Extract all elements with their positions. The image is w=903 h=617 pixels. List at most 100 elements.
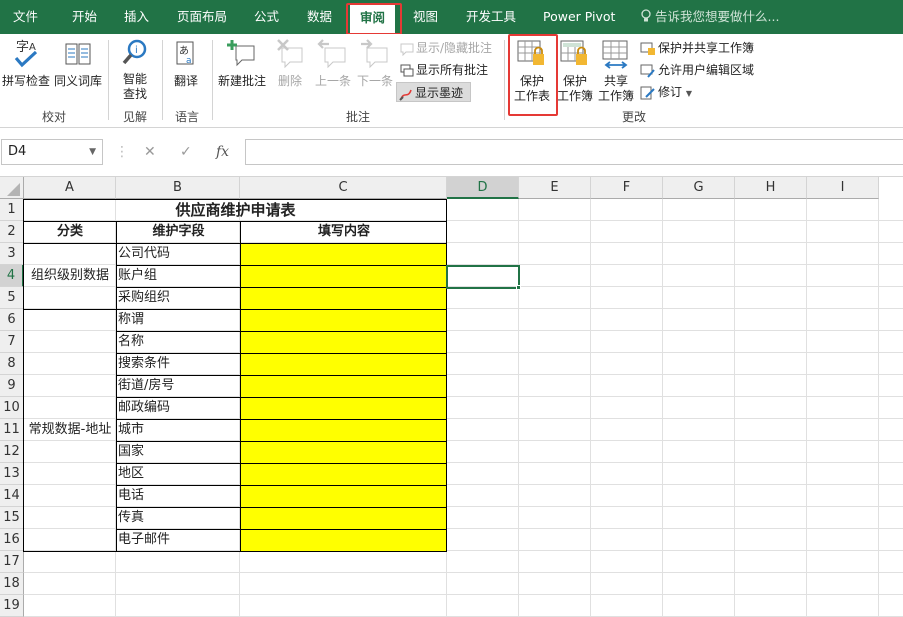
field-cell[interactable]: 采购组织 bbox=[118, 287, 240, 309]
column-header-i[interactable]: I bbox=[807, 177, 879, 199]
enter-icon[interactable]: ✓ bbox=[180, 138, 192, 166]
field-cell[interactable]: 名称 bbox=[118, 331, 240, 353]
row-header-9[interactable]: 9 bbox=[0, 375, 24, 397]
show-hide-comment-button[interactable]: 显示/隐藏批注 bbox=[398, 38, 492, 58]
insert-function-icon[interactable]: fx bbox=[216, 138, 229, 166]
protect-share-workbook-button[interactable]: 保护并共享工作簿 bbox=[638, 38, 754, 58]
row-header-1[interactable]: 1 bbox=[0, 199, 24, 221]
field-border bbox=[240, 353, 447, 376]
header-content[interactable]: 填写内容 bbox=[241, 221, 447, 243]
category-cell[interactable]: 常规数据-地址 bbox=[24, 309, 116, 551]
allow-edit-ranges-label: 允许用户编辑区域 bbox=[658, 63, 755, 77]
column-header-d[interactable]: D bbox=[447, 177, 519, 199]
next-comment-button[interactable]: 下一条 bbox=[354, 38, 396, 89]
delete-comment-label: 删除 bbox=[277, 74, 302, 88]
track-changes-button[interactable]: 修订 ▼ bbox=[638, 82, 692, 102]
spell-check-button[interactable]: 字A 拼写检查 bbox=[2, 38, 50, 89]
column-header-a[interactable]: A bbox=[24, 177, 116, 199]
svg-text:字: 字 bbox=[16, 40, 29, 55]
worksheet-grid[interactable]: ABCDEFGHI 1 2 3 4 5 6 7 8 9 10 11 12 13 14 15 16 17 18 19 … bbox=[0, 176, 903, 617]
fill-handle[interactable] bbox=[516, 285, 521, 290]
svg-text:i: i bbox=[135, 45, 138, 56]
previous-comment-button[interactable]: 上一条 bbox=[312, 38, 354, 89]
field-cell[interactable]: 称谓 bbox=[118, 309, 240, 331]
arrow-left-icon bbox=[317, 39, 346, 69]
tab-file[interactable]: 文件 bbox=[13, 0, 38, 34]
tell-me-box[interactable]: 告诉我您想要做什么... bbox=[640, 0, 779, 34]
column-header-c[interactable]: C bbox=[240, 177, 447, 199]
thesaurus-label: 同义词库 bbox=[53, 74, 102, 88]
name-box-value: D4 bbox=[8, 144, 27, 159]
tab-page-layout[interactable]: 页面布局 bbox=[177, 0, 227, 34]
field-cell[interactable]: 传真 bbox=[118, 507, 240, 529]
tab-view[interactable]: 视图 bbox=[413, 0, 438, 34]
tab-developer[interactable]: 开发工具 bbox=[466, 0, 516, 34]
show-all-comments-button[interactable]: 显示所有批注 bbox=[398, 60, 488, 80]
row-header-14[interactable]: 14 bbox=[0, 485, 24, 507]
field-cell[interactable]: 电子邮件 bbox=[118, 529, 240, 551]
row-header-19[interactable]: 19 bbox=[0, 595, 24, 617]
protect-workbook-label-2: 工作簿 bbox=[556, 89, 593, 103]
smart-lookup-button[interactable]: i 智能 查找 bbox=[112, 38, 158, 102]
arrow-right-icon bbox=[361, 39, 388, 69]
field-cell[interactable]: 国家 bbox=[118, 441, 240, 463]
field-cell[interactable]: 电话 bbox=[118, 485, 240, 507]
formula-input[interactable] bbox=[245, 139, 903, 165]
row-header-6[interactable]: 6 bbox=[0, 309, 24, 331]
new-comment-icon bbox=[227, 40, 255, 67]
tab-power-pivot[interactable]: Power Pivot bbox=[543, 0, 615, 34]
row-header-4[interactable]: 4 bbox=[0, 265, 24, 287]
header-field[interactable]: 维护字段 bbox=[117, 221, 240, 243]
tab-formulas[interactable]: 公式 bbox=[254, 0, 279, 34]
column-header-f[interactable]: F bbox=[591, 177, 663, 199]
select-all-corner[interactable] bbox=[0, 177, 24, 199]
thesaurus-button[interactable]: 同义词库 bbox=[52, 38, 104, 89]
row-header-8[interactable]: 8 bbox=[0, 353, 24, 375]
row-header-16[interactable]: 16 bbox=[0, 529, 24, 551]
field-cell[interactable]: 账户组 bbox=[118, 265, 240, 287]
header-category[interactable]: 分类 bbox=[24, 221, 116, 243]
field-border bbox=[240, 243, 447, 266]
row-header-7[interactable]: 7 bbox=[0, 331, 24, 353]
protect-workbook-icon bbox=[560, 40, 587, 65]
row-header-11[interactable]: 11 bbox=[0, 419, 24, 441]
share-workbook-button[interactable]: 共享 工作簿 bbox=[596, 38, 636, 104]
field-cell[interactable]: 公司代码 bbox=[118, 243, 240, 265]
field-cell[interactable]: 城市 bbox=[118, 419, 240, 441]
share-workbook-label-1: 共享 bbox=[603, 74, 628, 88]
protect-workbook-button[interactable]: 保护 工作簿 bbox=[555, 38, 595, 104]
column-header-b[interactable]: B bbox=[116, 177, 240, 199]
row-header-10[interactable]: 10 bbox=[0, 397, 24, 419]
column-header-h[interactable]: H bbox=[735, 177, 807, 199]
row-header-18[interactable]: 18 bbox=[0, 573, 24, 595]
field-cell[interactable]: 搜索条件 bbox=[118, 353, 240, 375]
translate-button[interactable]: あa 翻译 bbox=[166, 38, 206, 89]
new-comment-button[interactable]: 新建批注 bbox=[216, 38, 268, 89]
row-header-13[interactable]: 13 bbox=[0, 463, 24, 485]
column-header-g[interactable]: G bbox=[663, 177, 735, 199]
row-header-3[interactable]: 3 bbox=[0, 243, 24, 265]
column-header-e[interactable]: E bbox=[519, 177, 591, 199]
show-ink-button[interactable]: 显示墨迹 bbox=[396, 82, 471, 102]
field-cell[interactable]: 邮政编码 bbox=[118, 397, 240, 419]
row-header-5[interactable]: 5 bbox=[0, 287, 24, 309]
delete-comment-button[interactable]: 删除 bbox=[270, 38, 310, 89]
tab-home[interactable]: 开始 bbox=[72, 0, 97, 34]
tab-data[interactable]: 数据 bbox=[307, 0, 332, 34]
more-options-icon: ⋮ bbox=[115, 144, 129, 160]
cancel-icon[interactable]: ✕ bbox=[144, 138, 156, 166]
row-header-12[interactable]: 12 bbox=[0, 441, 24, 463]
allow-edit-ranges-button[interactable]: 允许用户编辑区域 bbox=[638, 60, 754, 80]
show-hide-comment-label: 显示/隐藏批注 bbox=[416, 41, 493, 55]
grid-line bbox=[662, 199, 663, 617]
field-border bbox=[240, 463, 447, 486]
row-header-15[interactable]: 15 bbox=[0, 507, 24, 529]
category-cell[interactable]: 组织级别数据 bbox=[24, 243, 116, 309]
field-cell[interactable]: 地区 bbox=[118, 463, 240, 485]
row-header-17[interactable]: 17 bbox=[0, 551, 24, 573]
tab-insert[interactable]: 插入 bbox=[124, 0, 149, 34]
name-box[interactable]: D4 ▼ bbox=[1, 139, 103, 165]
sheet-title[interactable]: 供应商维护申请表 bbox=[24, 199, 447, 221]
row-header-2[interactable]: 2 bbox=[0, 221, 24, 243]
field-cell[interactable]: 街道/房号 bbox=[118, 375, 240, 397]
